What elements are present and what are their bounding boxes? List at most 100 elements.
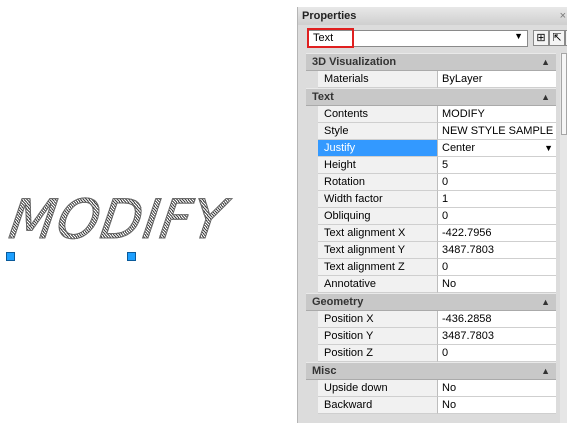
property-value-text: 1 <box>442 193 449 205</box>
property-row[interactable]: Text alignment Z 0 <box>306 259 556 276</box>
property-value[interactable]: 3487.7803 <box>438 242 556 259</box>
property-name: Annotative <box>318 276 438 293</box>
row-indent <box>306 242 318 259</box>
property-row[interactable]: Position Z 0 <box>306 345 556 362</box>
property-value-text: MODIFY <box>442 108 485 120</box>
property-name: Contents <box>318 106 438 123</box>
property-value-text: No <box>442 382 457 394</box>
property-value[interactable]: 5 <box>438 157 556 174</box>
row-indent <box>306 311 318 328</box>
collapse-icon[interactable]: ▲ <box>541 89 550 105</box>
category-title: Misc <box>312 365 337 377</box>
grip-center-point[interactable] <box>127 252 136 261</box>
property-row[interactable]: Upside down No <box>306 380 556 397</box>
property-name: Width factor <box>318 191 438 208</box>
vertical-scrollbar[interactable] <box>560 53 567 423</box>
property-value[interactable]: 0 <box>438 208 556 225</box>
property-row[interactable]: Width factor 1 <box>306 191 556 208</box>
object-type-dropdown[interactable]: Text ▼ <box>307 28 528 48</box>
property-value[interactable]: ByLayer <box>438 71 556 88</box>
property-row[interactable]: Height 5 <box>306 157 556 174</box>
property-row[interactable]: Position X -436.2858 <box>306 311 556 328</box>
palette-toolbar: Text ▼ ⊞ ⇱ ⇲ <box>298 25 567 53</box>
property-value-text: 3487.7803 <box>442 244 494 256</box>
palette-title: Properties <box>302 10 357 22</box>
property-name: Position Y <box>318 328 438 345</box>
property-value[interactable]: 1 <box>438 191 556 208</box>
category-header[interactable]: Geometry ▲ <box>306 293 556 311</box>
category-header[interactable]: 3D Visualization ▲ <box>306 53 556 71</box>
grip-insertion-point[interactable] <box>6 252 15 261</box>
quick-select-icon[interactable]: ⊞ <box>533 30 549 46</box>
property-row[interactable]: Justify Center ▼ <box>306 140 556 157</box>
property-name: Materials <box>318 71 438 88</box>
category-header[interactable]: Text ▲ <box>306 88 556 106</box>
property-name: Obliquing <box>318 208 438 225</box>
property-value[interactable]: 0 <box>438 345 556 362</box>
row-indent <box>306 345 318 362</box>
row-indent <box>306 123 318 140</box>
collapse-icon[interactable]: ▲ <box>541 294 550 310</box>
collapse-icon[interactable]: ▲ <box>541 363 550 379</box>
chevron-down-icon[interactable]: ▼ <box>514 31 523 41</box>
property-name: Text alignment Y <box>318 242 438 259</box>
property-value-text: ByLayer <box>442 73 483 85</box>
property-row[interactable]: Rotation 0 <box>306 174 556 191</box>
property-name: Style <box>318 123 438 140</box>
property-value[interactable]: No <box>438 276 556 293</box>
drawing-area[interactable]: MODIFY <box>0 0 300 423</box>
property-row[interactable]: Contents MODIFY <box>306 106 556 123</box>
property-name: Position Z <box>318 345 438 362</box>
property-name: Text alignment X <box>318 225 438 242</box>
properties-palette: Properties × Text ▼ ⊞ ⇱ ⇲ 3D Visualizati… <box>297 7 567 423</box>
category-title: Geometry <box>312 296 364 308</box>
property-value-text: Center <box>442 142 476 154</box>
property-row[interactable]: Style NEW STYLE SAMPLE <box>306 123 556 140</box>
scrollbar-thumb[interactable] <box>561 53 567 135</box>
property-value[interactable]: 3487.7803 <box>438 328 556 345</box>
property-row[interactable]: Annotative No <box>306 276 556 293</box>
property-value[interactable]: -422.7956 <box>438 225 556 242</box>
row-indent <box>306 71 318 88</box>
category-header[interactable]: Misc ▲ <box>306 362 556 380</box>
mtext-object[interactable]: MODIFY <box>5 188 232 252</box>
chevron-down-icon[interactable]: ▼ <box>544 140 553 157</box>
property-row[interactable]: Position Y 3487.7803 <box>306 328 556 345</box>
category-title: 3D Visualization <box>312 56 397 68</box>
property-value-text: 0 <box>442 210 449 222</box>
property-name: Rotation <box>318 174 438 191</box>
property-value-text: 5 <box>442 159 449 171</box>
row-indent <box>306 157 318 174</box>
property-name: Upside down <box>318 380 438 397</box>
property-value-text: 0 <box>442 176 449 188</box>
property-row[interactable]: Obliquing 0 <box>306 208 556 225</box>
property-value-text: No <box>442 278 457 290</box>
property-name: Backward <box>318 397 438 414</box>
property-value[interactable]: NEW STYLE SAMPLE <box>438 123 556 140</box>
property-row[interactable]: Text alignment Y 3487.7803 <box>306 242 556 259</box>
row-indent <box>306 380 318 397</box>
collapse-icon[interactable]: ▲ <box>541 54 550 70</box>
row-indent <box>306 225 318 242</box>
row-indent <box>306 328 318 345</box>
select-objects-icon[interactable]: ⇱ <box>549 30 565 46</box>
property-row[interactable]: Backward No <box>306 397 556 414</box>
property-name: Height <box>318 157 438 174</box>
property-value-text: NEW STYLE SAMPLE <box>442 125 554 137</box>
close-icon[interactable]: × <box>560 7 566 25</box>
property-value[interactable]: No <box>438 397 556 414</box>
property-value-text: 3487.7803 <box>442 330 494 342</box>
property-row[interactable]: Materials ByLayer <box>306 71 556 88</box>
property-value[interactable]: -436.2858 <box>438 311 556 328</box>
property-value[interactable]: MODIFY <box>438 106 556 123</box>
property-row[interactable]: Text alignment X -422.7956 <box>306 225 556 242</box>
property-value[interactable]: Center ▼ <box>438 140 556 157</box>
property-value[interactable]: 0 <box>438 259 556 276</box>
property-value-text: -422.7956 <box>442 227 492 239</box>
property-name: Text alignment Z <box>318 259 438 276</box>
property-value[interactable]: 0 <box>438 174 556 191</box>
row-indent <box>306 106 318 123</box>
row-indent <box>306 276 318 293</box>
highlight-box <box>307 28 354 48</box>
property-value[interactable]: No <box>438 380 556 397</box>
